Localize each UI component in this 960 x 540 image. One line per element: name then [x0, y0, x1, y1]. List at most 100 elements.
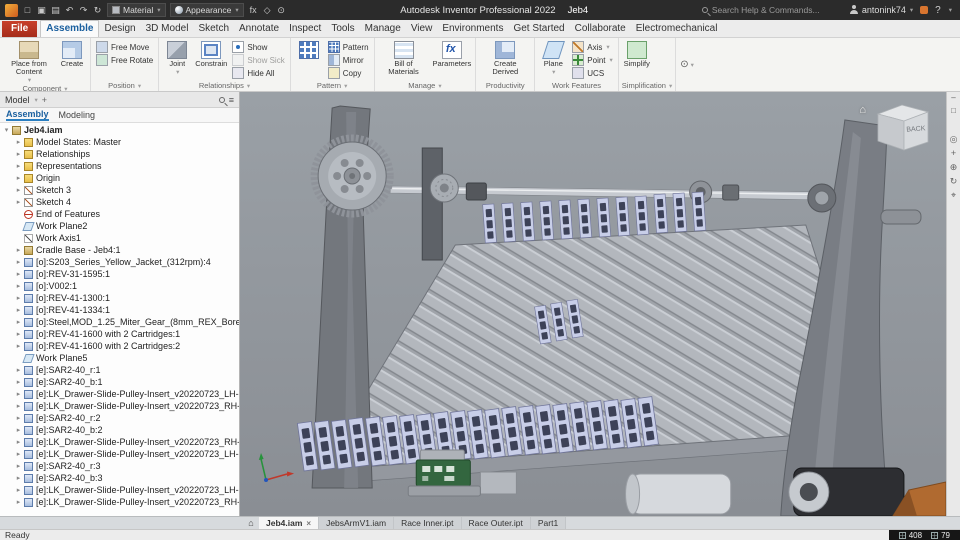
- update-icon[interactable]: ↻: [92, 5, 103, 16]
- expander-icon[interactable]: ▸: [14, 294, 23, 302]
- tree-item[interactable]: ▸ [o]:Steel,MOD_1.25_Miter_Gear_(8mm_REX_…: [0, 316, 239, 328]
- tree-item[interactable]: ▸ [o]:V002:1: [0, 280, 239, 292]
- ucs-button[interactable]: UCS: [570, 67, 615, 79]
- tree-item[interactable]: ▸ [e]:LK_Drawer-Slide-Pulley-Insert_v2022…: [0, 388, 239, 400]
- ribbon-tab-tools[interactable]: Tools: [326, 21, 359, 37]
- tree-item[interactable]: ▸ [e]:SAR2-40_b:1: [0, 376, 239, 388]
- tree-item[interactable]: ▸ [e]:LK_Drawer-Slide-Pulley-Insert_v2022…: [0, 400, 239, 412]
- expander-icon[interactable]: ▸: [14, 366, 23, 374]
- axis-button[interactable]: Axis ▾: [570, 41, 615, 53]
- ribbon-tab-file[interactable]: File: [2, 21, 38, 37]
- browser-panel-title[interactable]: Model: [5, 95, 30, 105]
- doc-tab-race-inner-ipt[interactable]: Race Inner.ipt: [394, 517, 462, 529]
- expander-icon[interactable]: ▸: [14, 186, 23, 194]
- ribbon-tab-sketch[interactable]: Sketch: [193, 21, 234, 37]
- tree-item[interactable]: ▸ [o]:REV-41-1600 with 2 Cartridges:1: [0, 328, 239, 340]
- tree-item[interactable]: ▸ [e]:LK_Drawer-Slide-Pulley-Insert_v2022…: [0, 496, 239, 508]
- ribbon-group-label-productivity[interactable]: Productivity: [479, 80, 531, 91]
- open-icon[interactable]: ▣: [36, 5, 47, 16]
- tree-item[interactable]: ▸ Representations: [0, 160, 239, 172]
- tree-item[interactable]: Work Plane5: [0, 352, 239, 364]
- expander-icon[interactable]: ▸: [14, 474, 23, 482]
- expander-icon[interactable]: ▸: [14, 378, 23, 386]
- ribbon-group-label-component[interactable]: Component ▾: [3, 84, 87, 91]
- ribbon-tab-design[interactable]: Design: [99, 21, 140, 37]
- tree-item[interactable]: ▸ [e]:SAR2-40_b:3: [0, 472, 239, 484]
- undo-icon[interactable]: ↶: [64, 5, 75, 16]
- expander-icon[interactable]: ▸: [14, 450, 23, 458]
- panel-restore-icon[interactable]: □: [951, 107, 956, 115]
- expander-icon[interactable]: ▸: [14, 246, 23, 254]
- pan-icon[interactable]: +: [951, 148, 956, 158]
- new-file-icon[interactable]: □: [22, 5, 33, 16]
- tree-item[interactable]: ▸ [e]:LK_Drawer-Slide-Pulley-Insert_v2022…: [0, 448, 239, 460]
- tree-item[interactable]: ▸ [o]:REV-41-1300:1: [0, 292, 239, 304]
- browser-tab-modeling[interactable]: Modeling: [59, 110, 96, 120]
- tree-item[interactable]: ▾ Jeb4.iam: [0, 124, 239, 136]
- expander-icon[interactable]: ▸: [14, 318, 23, 326]
- ribbon-group-label-position[interactable]: Position ▾: [94, 80, 155, 91]
- copy-button[interactable]: Copy: [326, 67, 371, 79]
- help-search-input[interactable]: Search Help & Commands...: [701, 5, 842, 15]
- tree-item[interactable]: ▸ [o]:REV-41-1334:1: [0, 304, 239, 316]
- redo-icon[interactable]: ↷: [78, 5, 89, 16]
- pattern-button[interactable]: Pattern: [326, 41, 371, 53]
- expander-icon[interactable]: ▸: [14, 498, 23, 506]
- free-rotate-button[interactable]: Free Rotate: [94, 54, 155, 66]
- chevron-down-icon[interactable]: ▾: [35, 96, 38, 104]
- inventor-logo-icon[interactable]: [5, 3, 18, 17]
- ribbon-tab-annotate[interactable]: Annotate: [234, 21, 284, 37]
- tree-item[interactable]: ▸ [e]:SAR2-40_r:3: [0, 460, 239, 472]
- joint-button[interactable]: Joint ▾: [162, 39, 192, 76]
- tree-item[interactable]: Work Plane2: [0, 220, 239, 232]
- help-icon[interactable]: ?: [935, 5, 941, 16]
- ribbon-tab-view[interactable]: View: [406, 21, 438, 37]
- look-at-icon[interactable]: ⌖: [951, 190, 956, 200]
- tree-item[interactable]: ▸ Sketch 3: [0, 184, 239, 196]
- expander-icon[interactable]: ▸: [14, 306, 23, 314]
- create-derived-substitutes-button[interactable]: Create Derived Substitutes: [479, 39, 531, 76]
- doc-tab-race-outer-ipt[interactable]: Race Outer.ipt: [461, 517, 531, 529]
- add-browser-tab-button[interactable]: +: [42, 95, 47, 105]
- tree-item[interactable]: ▸ [o]:REV-41-1600 with 2 Cartridges:2: [0, 340, 239, 352]
- expander-icon[interactable]: ▸: [14, 390, 23, 398]
- material-dropdown[interactable]: Material ▾: [107, 3, 166, 17]
- ribbon-group-label-simplification[interactable]: Simplification ▾: [622, 80, 672, 91]
- ribbon-tab-manage[interactable]: Manage: [360, 21, 406, 37]
- ribbon-tab-environments[interactable]: Environments: [437, 21, 508, 37]
- pattern-button[interactable]: [294, 39, 324, 60]
- notifications-icon[interactable]: [920, 6, 929, 14]
- show-button[interactable]: Show: [230, 41, 286, 53]
- tree-item[interactable]: ▸ [e]:LK_Drawer-Slide-Pulley-Insert_v2022…: [0, 484, 239, 496]
- tree-item[interactable]: ▸ Model States: Master: [0, 136, 239, 148]
- ribbon-tab-collaborate[interactable]: Collaborate: [570, 21, 631, 37]
- user-account-button[interactable]: antonink74 ▾: [849, 5, 913, 15]
- tree-item[interactable]: ▸ [e]:LK_Drawer-Slide-Pulley-Insert_v2022…: [0, 436, 239, 448]
- parameters-fx-icon[interactable]: fx: [248, 5, 259, 16]
- help-chevron-icon[interactable]: ▾: [949, 6, 952, 14]
- expander-icon[interactable]: ▸: [14, 414, 23, 422]
- expander-icon[interactable]: ▸: [14, 198, 23, 206]
- ribbon-tab-electromechanical[interactable]: Electromechanical: [631, 21, 723, 37]
- zoom-icon[interactable]: ⊕: [950, 162, 958, 172]
- expander-icon[interactable]: ▾: [2, 126, 11, 134]
- plane-button[interactable]: Plane ▾: [538, 39, 568, 76]
- viewcube-home-icon[interactable]: ⌂: [859, 104, 866, 116]
- tree-item[interactable]: ▸ Cradle Base - Jeb4:1: [0, 244, 239, 256]
- expander-icon[interactable]: ▸: [14, 462, 23, 470]
- constrain-button[interactable]: Constrain: [194, 39, 228, 68]
- expander-icon[interactable]: ▸: [14, 486, 23, 494]
- home-tab-icon[interactable]: ⌂: [243, 517, 259, 529]
- free-move-button[interactable]: Free Move: [94, 41, 155, 53]
- mirror-button[interactable]: Mirror: [326, 54, 371, 66]
- tree-item[interactable]: ▸ Origin: [0, 172, 239, 184]
- expander-icon[interactable]: ▸: [14, 342, 23, 350]
- expander-icon[interactable]: ▸: [14, 258, 23, 266]
- ribbon-display-options-icon[interactable]: ⊙ ▾: [680, 59, 694, 70]
- expander-icon[interactable]: ▸: [14, 138, 23, 146]
- tree-item[interactable]: End of Features: [0, 208, 239, 220]
- doc-tab-part1[interactable]: Part1: [530, 517, 567, 529]
- orbit-icon[interactable]: ↻: [950, 176, 958, 186]
- ribbon-tab-assemble[interactable]: Assemble: [40, 20, 100, 37]
- bill-of-materials-button[interactable]: Bill of Materials: [378, 39, 430, 76]
